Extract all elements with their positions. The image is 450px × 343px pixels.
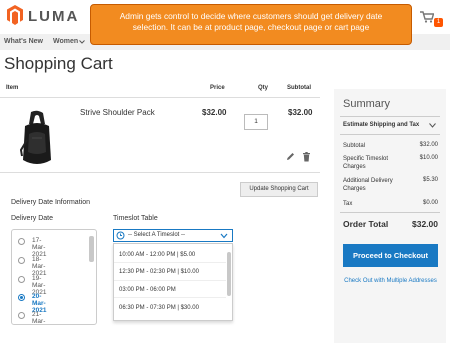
- summary-line-label: Tax: [343, 201, 353, 207]
- radio-icon[interactable]: [18, 312, 25, 319]
- page-title: Shopping Cart: [4, 54, 113, 73]
- timeslot-option[interactable]: 06:30 PM - 07:30 PM | $30.00: [119, 305, 199, 311]
- summary-line-value: $5.30: [422, 177, 438, 183]
- radio-icon[interactable]: [18, 276, 25, 283]
- radio-selected-icon[interactable]: [18, 294, 25, 301]
- nav-item-whats-new[interactable]: What's New: [4, 38, 43, 45]
- chevron-down-icon[interactable]: [79, 40, 85, 44]
- estimate-shipping-toggle[interactable]: Estimate Shipping and Tax: [343, 122, 419, 128]
- timeslot-option[interactable]: 10:00 AM - 12:00 PM | $5.00: [119, 252, 195, 258]
- radio-icon[interactable]: [18, 257, 25, 264]
- product-image[interactable]: [17, 110, 57, 168]
- option-divider: [114, 262, 226, 263]
- table-divider: [0, 172, 320, 173]
- proceed-to-checkout-button[interactable]: Proceed to Checkout: [343, 244, 438, 267]
- order-total-value: $32.00: [412, 219, 438, 229]
- summary-line-label: Subtotal: [343, 143, 366, 149]
- cart-icon[interactable]: [420, 11, 434, 23]
- trash-icon[interactable]: [302, 152, 311, 162]
- col-header-item: Item: [6, 85, 19, 91]
- radio-icon[interactable]: [18, 238, 25, 245]
- logo-text[interactable]: LUMA: [28, 8, 79, 25]
- delivery-date-list[interactable]: 17-Mar-2021 18-Mar-2021 19-Mar-2021 20-M…: [11, 229, 97, 325]
- delivery-section-title: Delivery Date Information: [11, 199, 90, 206]
- summary-divider: [340, 212, 440, 213]
- edit-pencil-icon[interactable]: [286, 152, 295, 161]
- col-header-qty: Qty: [258, 85, 269, 91]
- timeslot-option[interactable]: 12:30 PM - 02:30 PM | $10.00: [119, 269, 199, 275]
- order-total-label: Order Total: [343, 219, 389, 229]
- summary-title: Summary: [343, 98, 391, 110]
- chevron-down-icon[interactable]: [429, 123, 436, 128]
- luma-logo-icon[interactable]: [6, 5, 24, 25]
- update-cart-button[interactable]: Update Shopping Cart: [240, 182, 318, 197]
- summary-line-value: $10.00: [419, 155, 438, 161]
- summary-line-value: $32.00: [419, 142, 438, 148]
- cart-count-badge[interactable]: 1: [434, 18, 443, 27]
- summary-divider: [340, 134, 440, 135]
- timeslot-select-value[interactable]: -- Select A Timeslot --: [128, 232, 185, 238]
- date-option-label[interactable]: 18-Mar-2021: [32, 256, 46, 277]
- col-header-subtotal: Subtotal: [287, 85, 311, 91]
- col-header-price: Price: [210, 85, 225, 91]
- date-list-scrollbar[interactable]: [89, 236, 94, 262]
- nav-item-women[interactable]: Women: [53, 38, 78, 45]
- option-divider: [114, 297, 226, 298]
- multi-address-checkout-link[interactable]: Check Out with Multiple Addresses: [343, 277, 438, 286]
- date-option-label[interactable]: 17-Mar-2021: [32, 237, 46, 258]
- product-price: $32.00: [202, 108, 227, 117]
- table-divider: [0, 97, 320, 98]
- summary-line-value: $0.00: [422, 200, 438, 206]
- clock-icon: [116, 231, 125, 240]
- summary-divider: [340, 116, 440, 117]
- timeslot-label: Timeslot Table: [113, 215, 158, 222]
- summary-line-label: Additional Delivery Charges: [343, 178, 393, 192]
- product-subtotal: $32.00: [288, 108, 313, 117]
- timeslot-option[interactable]: 03:00 PM - 06:00 PM: [119, 287, 176, 293]
- annotation-callout: Admin gets control to decide where custo…: [90, 4, 412, 45]
- qty-input[interactable]: 1: [244, 114, 268, 130]
- chevron-down-icon[interactable]: [220, 233, 228, 239]
- date-option-label[interactable]: 21-Mar-2021: [32, 311, 46, 324]
- delivery-date-label: Delivery Date: [11, 215, 54, 222]
- option-divider: [114, 280, 226, 281]
- product-name-link[interactable]: Strive Shoulder Pack: [80, 108, 155, 117]
- summary-line-label: Specific Timeslot Charges: [343, 156, 389, 170]
- timeslot-scrollbar[interactable]: [227, 252, 231, 296]
